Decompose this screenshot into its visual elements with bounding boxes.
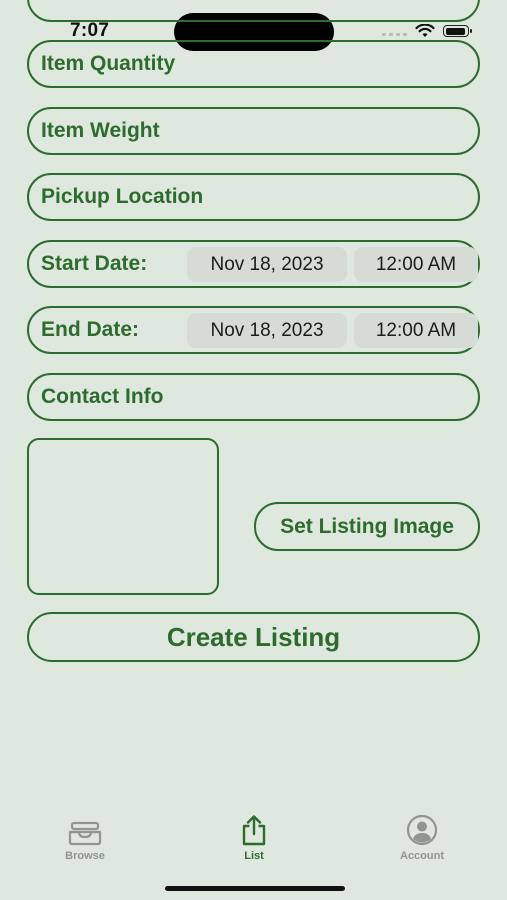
status-icons <box>382 24 472 38</box>
tab-bar: Browse List Account <box>0 812 507 872</box>
wifi-icon <box>415 24 435 37</box>
top-field-partial[interactable] <box>27 0 480 22</box>
share-icon <box>242 815 266 846</box>
end-date-picker[interactable]: Nov 18, 2023 <box>187 313 347 348</box>
end-date-label: End Date: <box>41 318 140 341</box>
tab-browse-label: Browse <box>65 850 105 862</box>
create-listing-button[interactable]: Create Listing <box>27 612 480 662</box>
tab-list-label: List <box>244 850 264 862</box>
item-quantity-field[interactable]: Item Quantity <box>27 40 480 88</box>
start-date-picker[interactable]: Nov 18, 2023 <box>187 247 347 282</box>
pickup-location-placeholder: Pickup Location <box>41 185 204 208</box>
tab-list[interactable]: List <box>199 812 309 862</box>
tab-account[interactable]: Account <box>367 812 477 862</box>
cellular-signal-icon <box>382 26 407 36</box>
item-weight-field[interactable]: Item Weight <box>27 107 480 155</box>
person-circle-icon <box>406 814 438 846</box>
start-time-picker[interactable]: 12:00 AM <box>354 247 478 282</box>
item-quantity-placeholder: Item Quantity <box>41 52 176 75</box>
home-indicator <box>165 886 345 891</box>
start-date-row: Start Date: Nov 18, 2023 12:00 AM <box>27 240 480 288</box>
end-date-row: End Date: Nov 18, 2023 12:00 AM <box>27 306 480 354</box>
tab-account-label: Account <box>400 850 444 862</box>
contact-info-field[interactable]: Contact Info <box>27 373 480 421</box>
set-listing-image-button[interactable]: Set Listing Image <box>254 502 480 551</box>
listing-image-preview <box>27 438 219 595</box>
battery-icon <box>443 25 472 37</box>
status-time: 7:07 <box>70 20 110 41</box>
item-weight-placeholder: Item Weight <box>41 119 160 142</box>
pickup-location-field[interactable]: Pickup Location <box>27 173 480 221</box>
start-date-label: Start Date: <box>41 252 148 275</box>
tab-browse[interactable]: Browse <box>30 812 140 862</box>
contact-info-placeholder: Contact Info <box>41 385 164 408</box>
end-time-picker[interactable]: 12:00 AM <box>354 313 478 348</box>
tray-icon <box>68 821 102 846</box>
